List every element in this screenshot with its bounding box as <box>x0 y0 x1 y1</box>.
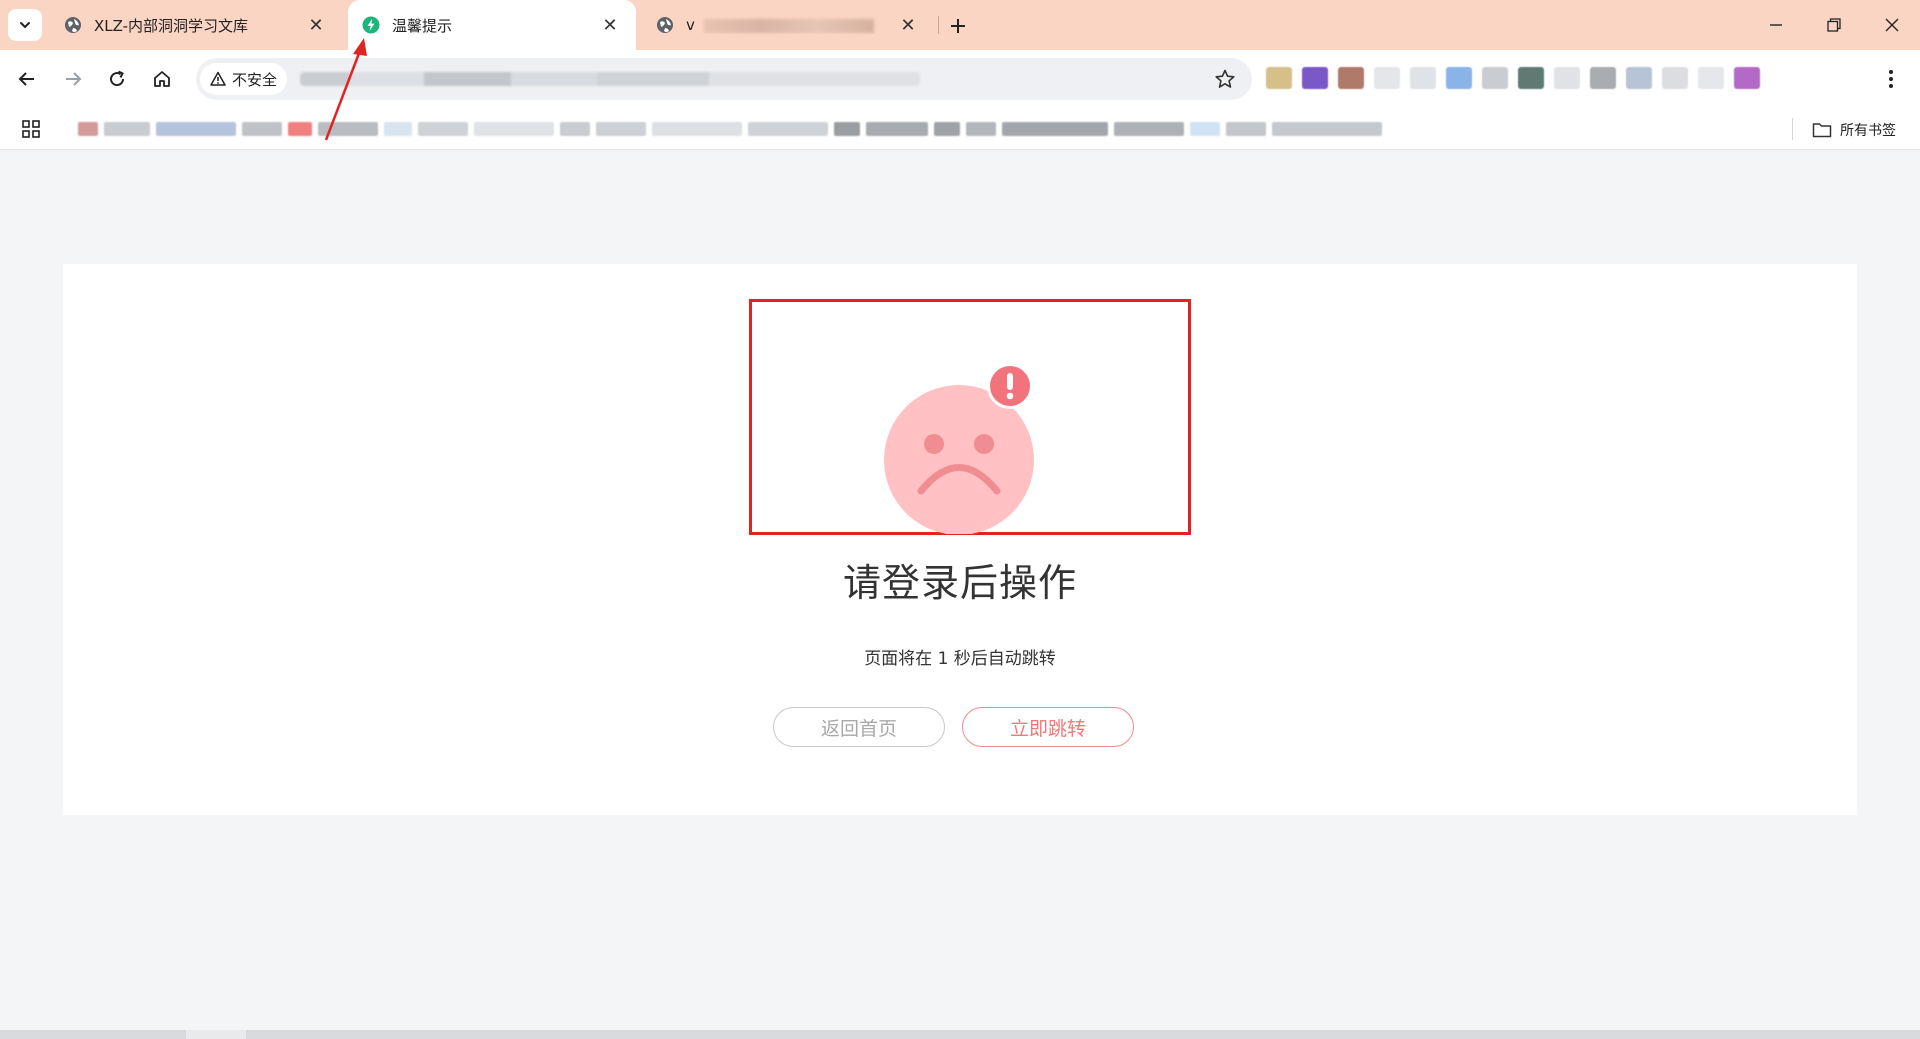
bookmarks-divider <box>1792 118 1793 140</box>
extension-icon[interactable] <box>1590 67 1616 89</box>
extension-icon[interactable] <box>1266 67 1292 89</box>
security-chip[interactable]: 不安全 <box>200 63 288 95</box>
extension-icon[interactable] <box>1518 67 1544 89</box>
close-icon[interactable]: ✕ <box>598 13 622 37</box>
security-label: 不安全 <box>232 70 278 89</box>
all-bookmarks-button[interactable]: 所有书签 <box>1812 118 1896 142</box>
close-icon <box>1885 18 1899 32</box>
extension-icon[interactable] <box>1554 67 1580 89</box>
extension-icon[interactable] <box>1374 67 1400 89</box>
exclamation-icon <box>987 364 1033 409</box>
tab-search-button[interactable] <box>8 9 42 41</box>
sad-face-icon <box>884 364 1034 534</box>
tab-separator <box>938 16 939 34</box>
home-button[interactable] <box>147 64 177 94</box>
restore-icon <box>1827 18 1841 32</box>
back-to-home-button[interactable]: 返回首页 <box>773 707 945 747</box>
message-card: 请登录后操作 页面将在 1 秒后自动跳转 返回首页 立即跳转 <box>63 264 1857 815</box>
all-bookmarks-label: 所有书签 <box>1840 123 1896 139</box>
extension-icons <box>1266 60 1876 96</box>
redirect-countdown-text: 页面将在 1 秒后自动跳转 <box>864 649 1056 669</box>
new-tab-button[interactable] <box>944 12 972 40</box>
apps-grid-icon[interactable] <box>20 118 42 140</box>
bookmark-items-obscured <box>78 122 1488 138</box>
folder-icon <box>1812 123 1832 138</box>
tab-title: XLZ-内部洞洞学习文库 <box>94 16 249 35</box>
extension-icon[interactable] <box>1446 67 1472 89</box>
url-text-obscured <box>300 72 920 86</box>
forward-button[interactable] <box>58 64 88 94</box>
tab-title: 温馨提示 <box>392 16 453 35</box>
extension-icon[interactable] <box>1302 67 1328 89</box>
extension-icon[interactable] <box>1338 67 1364 89</box>
star-icon[interactable] <box>1214 68 1236 90</box>
extension-icon[interactable] <box>1626 67 1652 89</box>
extension-icon[interactable] <box>1698 67 1724 89</box>
warning-icon <box>210 71 226 86</box>
extension-icon[interactable] <box>1410 67 1436 89</box>
page-title: 请登录后操作 <box>842 561 1077 605</box>
reload-button[interactable] <box>102 64 132 94</box>
restore-button[interactable] <box>1806 0 1862 50</box>
close-icon[interactable]: ✕ <box>896 13 920 37</box>
close-window-button[interactable] <box>1864 0 1920 50</box>
close-icon[interactable]: ✕ <box>304 13 328 37</box>
more-vertical-icon <box>1889 70 1893 88</box>
tab-title: v <box>686 16 896 34</box>
globe-icon <box>656 16 674 34</box>
minimize-button[interactable] <box>1748 0 1804 50</box>
redirect-now-button[interactable]: 立即跳转 <box>962 707 1134 747</box>
back-button[interactable] <box>12 64 42 94</box>
extension-icon[interactable] <box>1482 67 1508 89</box>
extension-icon[interactable] <box>1662 67 1688 89</box>
tab-xlz[interactable]: XLZ-内部洞洞学习文库 ✕ <box>50 0 342 50</box>
arrow-left-icon <box>18 72 34 86</box>
tab-wenxin-tips[interactable]: 温馨提示 ✕ <box>348 0 636 50</box>
bolt-icon <box>362 16 380 34</box>
chevron-down-icon <box>20 22 30 29</box>
address-bar[interactable]: 不安全 <box>196 58 1252 100</box>
reload-icon <box>110 70 125 87</box>
browser-menu-button[interactable] <box>1876 64 1906 94</box>
tab-third[interactable]: v ✕ <box>642 0 934 50</box>
home-icon <box>154 71 170 87</box>
minimize-icon <box>1770 24 1782 26</box>
tab-strip: XLZ-内部洞洞学习文库 ✕ 温馨提示 ✕ v ✕ <box>0 0 1920 50</box>
arrow-right-icon <box>66 72 82 86</box>
browser-toolbar: 不安全 <box>0 50 1920 108</box>
bookmarks-bar: 所有书签 <box>0 108 1920 150</box>
bottom-edge <box>0 1030 1920 1039</box>
plus-icon <box>951 19 965 33</box>
extension-icon[interactable] <box>1734 67 1760 89</box>
globe-icon <box>64 16 82 34</box>
